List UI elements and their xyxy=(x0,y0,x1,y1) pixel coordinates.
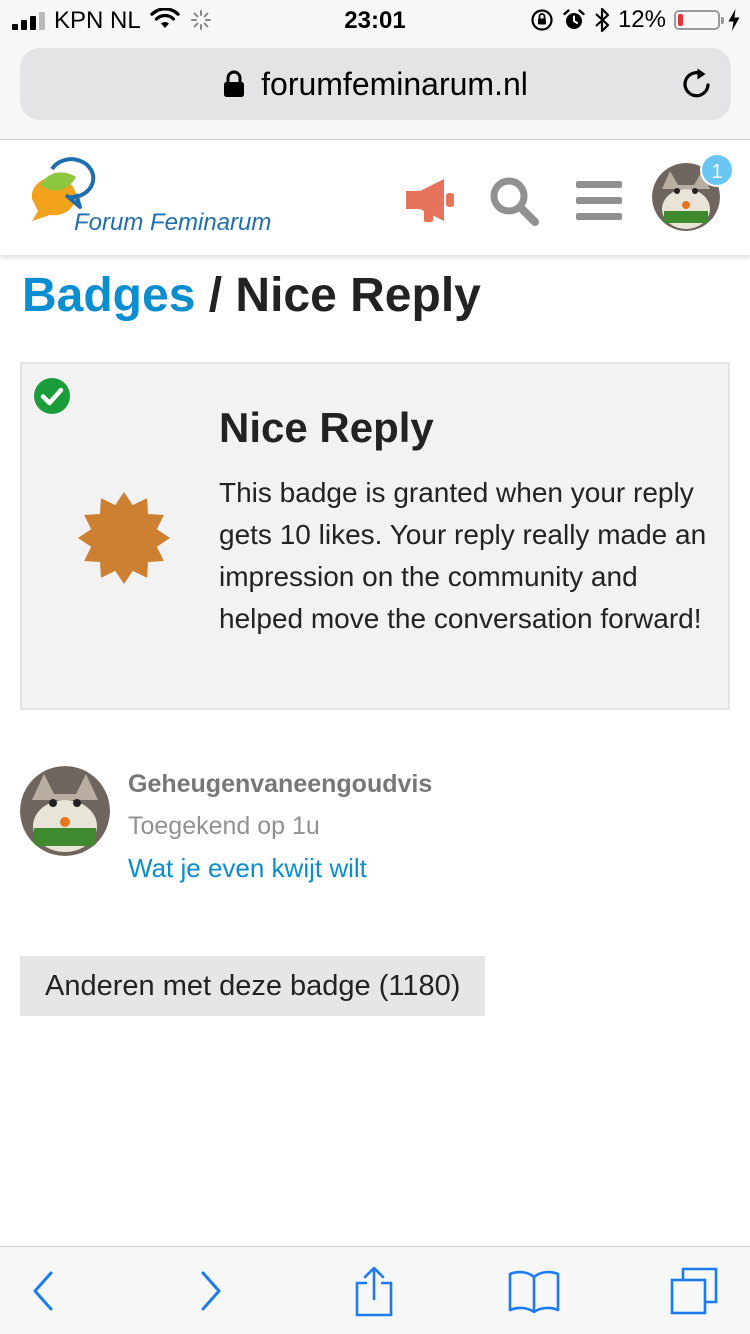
check-circle-icon xyxy=(34,378,70,414)
address-bar[interactable]: forumfeminarum.nl xyxy=(20,48,731,120)
badge-star-shape xyxy=(78,492,170,584)
notification-badge[interactable]: 1 xyxy=(700,153,734,187)
others-with-badge-button[interactable]: Anderen met deze badge (1180) xyxy=(20,956,486,1016)
chevron-right-icon xyxy=(201,1271,221,1311)
url-text: forumfeminarum.nl xyxy=(261,65,528,102)
status-right-group: 12% xyxy=(530,6,740,34)
granted-time: Toegekend op 1u xyxy=(128,812,320,840)
menu-icon[interactable] xyxy=(576,181,622,221)
megaphone-icon[interactable] xyxy=(402,177,456,223)
share-button[interactable] xyxy=(346,1265,402,1317)
share-icon xyxy=(355,1266,393,1317)
bronze-badge-icon xyxy=(78,492,170,584)
orientation-lock-icon xyxy=(531,9,553,31)
username-link[interactable]: Geheugenvaneengoudvis xyxy=(128,770,432,799)
battery-percent: 12% xyxy=(617,6,666,33)
charging-bolt-icon xyxy=(728,9,740,31)
tabs-icon xyxy=(670,1267,718,1315)
topic-link[interactable]: Wat je even kwijt wilt xyxy=(128,853,367,884)
status-bar: KPN NL 23:01 12% xyxy=(0,0,750,40)
badge-description: This badge is granted when your reply ge… xyxy=(219,477,707,634)
forward-button[interactable] xyxy=(183,1265,239,1317)
lock-icon xyxy=(224,70,245,97)
logo-text: Forum Feminarum xyxy=(74,209,272,236)
book-icon xyxy=(508,1270,560,1313)
back-button[interactable] xyxy=(15,1265,71,1317)
alarm-icon xyxy=(563,9,585,29)
page-title: Badges / Nice Reply xyxy=(22,268,481,323)
site-logo[interactable]: Forum Feminarum xyxy=(20,157,290,241)
search-icon[interactable] xyxy=(488,175,540,227)
battery-icon xyxy=(674,10,724,30)
tabs-button[interactable] xyxy=(666,1265,722,1317)
breadcrumb-current: Nice Reply xyxy=(235,269,481,322)
browser-address-area: forumfeminarum.nl xyxy=(0,40,750,140)
breadcrumb-separator: / xyxy=(195,269,236,322)
bluetooth-icon xyxy=(595,7,610,33)
badge-grant-item: Geheugenvaneengoudvis Toegekend op 1u Wa… xyxy=(20,766,730,896)
badge-name: Nice Reply xyxy=(219,404,434,451)
badge-card: Nice Reply This badge is granted when yo… xyxy=(20,362,730,710)
browser-toolbar xyxy=(0,1246,750,1334)
battery-level-fill xyxy=(678,14,683,26)
breadcrumb-badges-link[interactable]: Badges xyxy=(22,269,195,322)
site-header: Forum Feminarum 1 xyxy=(0,141,750,255)
reload-icon[interactable] xyxy=(679,66,715,102)
user-avatar[interactable] xyxy=(20,766,110,856)
user-menu-avatar[interactable]: 1 xyxy=(652,153,734,231)
avatar-cat-fishbowl-image xyxy=(20,766,110,856)
bookmarks-button[interactable] xyxy=(506,1265,562,1317)
chevron-left-icon xyxy=(33,1271,53,1311)
